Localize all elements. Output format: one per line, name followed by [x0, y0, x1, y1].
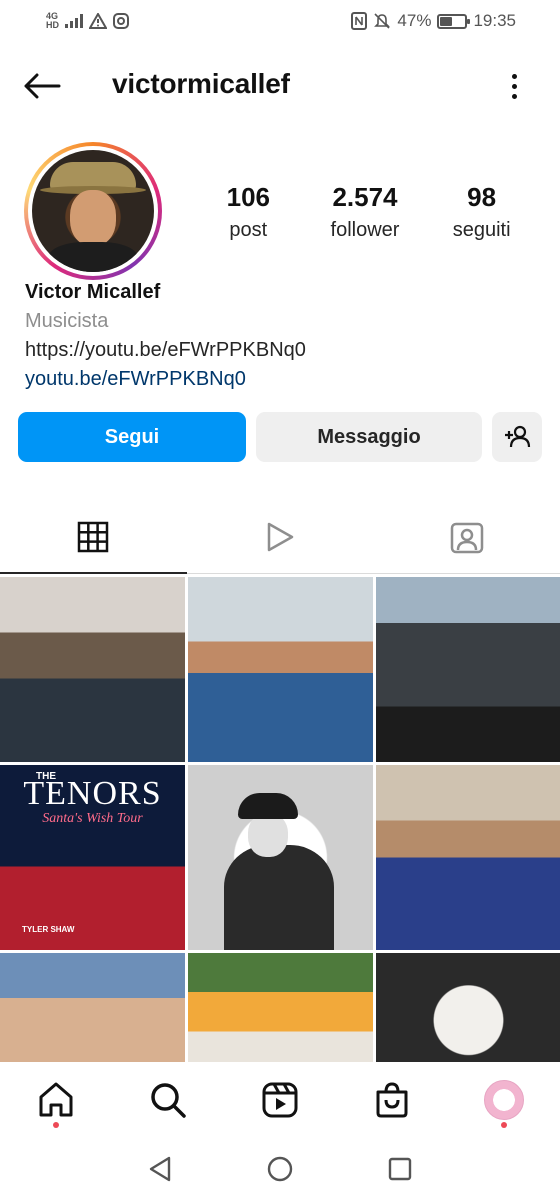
post-text: Santa's Wish Tour	[42, 811, 143, 826]
stat-followers[interactable]: 2.574 follower	[307, 182, 423, 242]
more-options-button[interactable]	[504, 66, 524, 106]
status-left: 4G HD	[46, 12, 129, 30]
warning-icon	[89, 13, 107, 29]
grid-icon	[78, 521, 109, 552]
profile-name: Victor Micallef	[25, 281, 161, 303]
stat-value: 2.574	[332, 182, 398, 212]
instagram-icon	[113, 13, 129, 29]
search-icon	[151, 1083, 186, 1118]
tagged-person-icon	[450, 522, 483, 553]
shop-icon	[376, 1082, 408, 1118]
profile-category: Musicista	[25, 310, 109, 332]
bottom-navigation	[0, 1062, 560, 1138]
nav-reels[interactable]	[250, 1070, 310, 1130]
home-icon	[39, 1082, 73, 1117]
arrow-left-icon	[24, 73, 61, 99]
reels-play-icon	[267, 522, 294, 551]
post-thumbnail[interactable]: THE TENORS Santa's Wish Tour TYLER SHAW	[0, 765, 185, 950]
tab-posts-grid[interactable]	[0, 500, 187, 574]
tab-tagged[interactable]	[373, 500, 560, 573]
more-vertical-icon	[511, 73, 517, 79]
post-thumbnail[interactable]	[0, 953, 185, 1065]
nav-home[interactable]	[26, 1070, 86, 1130]
status-right: 47% 19:35	[351, 11, 516, 31]
profile-header: victormicallef	[0, 54, 560, 118]
back-triangle-icon	[149, 1156, 171, 1182]
stat-following[interactable]: 98 seguiti	[424, 182, 540, 242]
notification-dot	[501, 1122, 507, 1128]
profile-stats: 106 post 2.574 follower 98 seguiti	[190, 182, 540, 242]
post-thumbnail[interactable]	[376, 765, 560, 950]
system-recents-button[interactable]	[380, 1149, 420, 1189]
stat-value: 98	[467, 182, 497, 212]
profile-bio: Victor Micallef Musicista https://youtu.…	[25, 278, 535, 394]
battery-percent: 47%	[397, 11, 432, 30]
stat-value: 106	[226, 182, 271, 212]
post-text: TYLER SHAW	[22, 925, 75, 934]
profile-actions: Segui Messaggio	[18, 412, 542, 462]
mute-icon	[374, 13, 391, 29]
nav-shop[interactable]	[362, 1070, 422, 1130]
signal-icon	[65, 14, 83, 28]
stat-label: seguiti	[452, 219, 511, 241]
tab-reels[interactable]	[187, 500, 374, 573]
profile-tabs	[0, 500, 560, 574]
network-subtype: HD	[46, 20, 59, 30]
website-link[interactable]: youtu.be/eFWrPPKBNq0	[25, 365, 535, 394]
message-button[interactable]: Messaggio	[256, 412, 482, 462]
system-back-button[interactable]	[140, 1149, 180, 1189]
post-thumbnail[interactable]	[376, 953, 560, 1065]
profile-avatar	[32, 150, 154, 272]
status-bar: 4G HD 47% 19:35	[0, 0, 560, 42]
bio-text: https://youtu.be/eFWrPPKBNq0	[25, 339, 306, 361]
suggested-accounts-button[interactable]	[492, 412, 542, 462]
recents-square-icon	[388, 1157, 412, 1181]
post-text: TENORS	[23, 775, 162, 812]
network-indicator: 4G HD	[46, 12, 59, 30]
battery-fill	[440, 16, 452, 26]
back-button[interactable]	[22, 68, 62, 104]
post-thumbnail[interactable]	[376, 577, 560, 762]
header-username: victormicallef	[112, 68, 290, 99]
system-home-button[interactable]	[260, 1149, 300, 1189]
post-thumbnail[interactable]	[188, 577, 373, 762]
nav-search[interactable]	[138, 1070, 198, 1130]
nfc-icon	[351, 12, 368, 30]
post-thumbnail[interactable]	[188, 953, 373, 1065]
system-navigation	[0, 1138, 560, 1200]
posts-grid: THE TENORS Santa's Wish Tour TYLER SHAW	[0, 577, 560, 1065]
stat-label: post	[229, 219, 268, 241]
profile-avatar-ring[interactable]	[24, 142, 162, 280]
follow-button[interactable]: Segui	[18, 412, 246, 462]
home-circle-icon	[267, 1156, 293, 1182]
nav-profile[interactable]	[474, 1070, 534, 1130]
notification-dot	[53, 1122, 59, 1128]
clock: 19:35	[473, 11, 516, 30]
battery-icon	[437, 13, 471, 29]
post-thumbnail[interactable]	[188, 765, 373, 950]
stat-label: follower	[330, 219, 400, 241]
post-thumbnail[interactable]	[0, 577, 185, 762]
profile-avatar	[484, 1080, 524, 1120]
reels-icon	[262, 1082, 298, 1118]
add-person-icon	[505, 425, 531, 448]
stat-posts[interactable]: 106 post	[190, 182, 306, 242]
